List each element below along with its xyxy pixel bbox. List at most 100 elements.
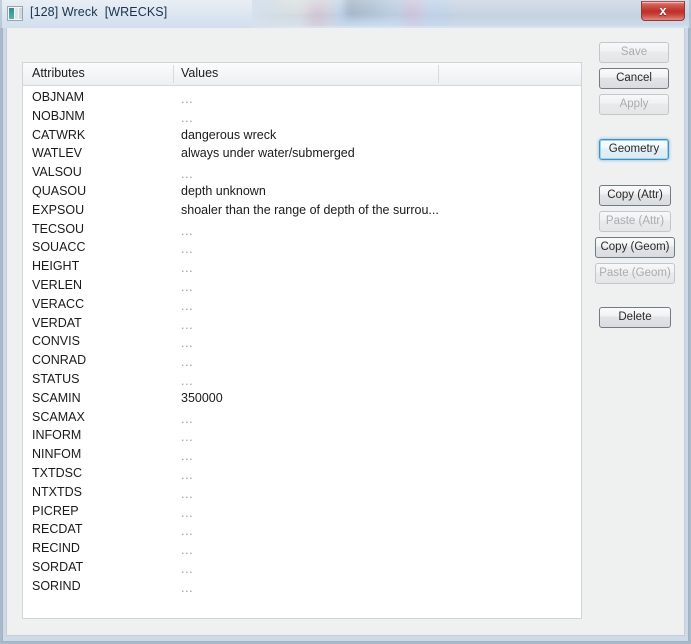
table-row[interactable]: QUASOU depth unknown	[23, 183, 581, 202]
attributes-table[interactable]: Attributes Values OBJNAM... NOBJNM... CATW…	[22, 62, 582, 619]
attribute-name: OBJNAM	[32, 90, 85, 104]
attribute-value[interactable]: ...	[181, 242, 193, 256]
column-divider[interactable]	[173, 65, 174, 83]
attribute-value[interactable]: ...	[181, 449, 193, 463]
table-row[interactable]: VERLEN...	[23, 277, 581, 296]
attribute-name: VALSOU	[32, 165, 82, 180]
attribute-value[interactable]: ...	[181, 412, 193, 426]
app-icon-bar-middle	[15, 8, 18, 19]
table-row[interactable]: TXTDSC...	[23, 465, 581, 484]
column-header-attributes[interactable]: Attributes	[32, 66, 85, 80]
attribute-name: CONVIS	[32, 334, 80, 349]
attribute-name: CONRAD	[32, 353, 87, 368]
attribute-value[interactable]: depth unknown	[181, 184, 266, 198]
app-icon-bar-left	[9, 8, 14, 19]
table-row[interactable]: HEIGHT...	[23, 258, 581, 277]
table-row[interactable]: CATWRK dangerous wreck	[23, 127, 581, 146]
attribute-name: VERDAT	[32, 315, 82, 330]
table-row[interactable]: CONRAD...	[23, 352, 581, 371]
copy-attributes-button[interactable]: Copy (Attr)	[599, 185, 671, 206]
table-row[interactable]: VERDAT...	[23, 315, 581, 334]
attribute-name: NINFOM	[32, 447, 82, 462]
attribute-value[interactable]: ...	[181, 92, 193, 106]
table-row[interactable]: SCAMIN 350000	[23, 390, 581, 409]
table-row[interactable]: NOBJNM...	[23, 108, 581, 127]
attribute-name: SCAMIN	[32, 390, 81, 405]
attribute-value[interactable]: ...	[181, 336, 193, 350]
attribute-name: RECIND	[32, 541, 80, 556]
title-bar[interactable]: [128] Wreck [WRECKS] x	[0, 0, 691, 28]
attribute-value[interactable]: ...	[181, 430, 193, 444]
table-header-row: Attributes Values	[23, 63, 581, 86]
table-row[interactable]: NINFOM...	[23, 446, 581, 465]
attribute-value[interactable]: shoaler than the range of depth of the s…	[181, 203, 439, 217]
table-row[interactable]: WATLEV always under water/submerged	[23, 145, 581, 164]
table-row[interactable]: RECIND...	[23, 540, 581, 559]
table-body: OBJNAM... NOBJNM... CATWRK dangerous wreck W…	[23, 86, 581, 597]
attribute-value[interactable]: dangerous wreck	[181, 128, 276, 142]
table-row[interactable]: VERACC...	[23, 296, 581, 315]
delete-button[interactable]: Delete	[599, 307, 671, 328]
attribute-name: NTXTDS	[32, 484, 82, 499]
paste-geometry-button[interactable]: Paste (Geom)	[595, 263, 675, 284]
attribute-value[interactable]: always under water/submerged	[181, 146, 355, 160]
attribute-value[interactable]: ...	[181, 111, 193, 125]
attribute-name: NOBJNM	[32, 108, 85, 123]
table-row[interactable]: SORIND...	[23, 578, 581, 597]
save-button[interactable]: Save	[599, 42, 669, 63]
column-header-values[interactable]: Values	[181, 66, 218, 80]
cancel-button[interactable]: Cancel	[599, 68, 669, 89]
attribute-value[interactable]: ...	[181, 543, 193, 557]
table-row[interactable]: SOUACC...	[23, 239, 581, 258]
attribute-value[interactable]: ...	[181, 524, 193, 538]
attribute-name: SORDAT	[32, 559, 84, 574]
table-row[interactable]: OBJNAM...	[23, 89, 581, 108]
table-row[interactable]: STATUS...	[23, 371, 581, 390]
table-row[interactable]: VALSOU...	[23, 164, 581, 183]
attribute-value[interactable]: ...	[181, 355, 193, 369]
attribute-name: STATUS	[32, 371, 80, 386]
attribute-value[interactable]: ...	[181, 318, 193, 332]
attribute-name: CATWRK	[32, 127, 86, 142]
attribute-value[interactable]: ...	[181, 224, 193, 238]
attribute-value[interactable]: ...	[181, 562, 193, 576]
attribute-value[interactable]: ...	[181, 487, 193, 501]
attribute-name: SORIND	[32, 578, 81, 593]
apply-button[interactable]: Apply	[599, 94, 669, 115]
paste-attributes-button[interactable]: Paste (Attr)	[599, 211, 671, 232]
attribute-value[interactable]: ...	[181, 468, 193, 482]
attribute-name: VERLEN	[32, 277, 83, 292]
attribute-value[interactable]: ...	[181, 261, 193, 275]
table-row[interactable]: TECSOU...	[23, 221, 581, 240]
table-row[interactable]: RECDAT...	[23, 521, 581, 540]
close-icon: x	[659, 3, 667, 18]
attribute-name: HEIGHT	[32, 259, 80, 274]
table-row[interactable]: SCAMAX...	[23, 409, 581, 428]
attribute-editor-window: [128] Wreck [WRECKS] x Attributes Values…	[0, 0, 691, 644]
attribute-value[interactable]: 350000	[181, 391, 223, 405]
table-row[interactable]: INFORM...	[23, 427, 581, 446]
table-row[interactable]: EXPSOU shoaler than the range of depth of…	[23, 202, 581, 221]
table-row[interactable]: SORDAT...	[23, 559, 581, 578]
geometry-button[interactable]: Geometry	[599, 139, 669, 160]
copy-geometry-button[interactable]: Copy (Geom)	[595, 237, 675, 258]
attribute-name: TECSOU	[32, 221, 85, 236]
attribute-name: WATLEV	[32, 146, 83, 161]
table-row[interactable]: PICREP...	[23, 503, 581, 522]
attribute-name: INFORM	[32, 428, 82, 443]
attribute-value[interactable]: ...	[181, 280, 193, 294]
attribute-value[interactable]: ...	[181, 299, 193, 313]
column-divider[interactable]	[438, 65, 439, 83]
attribute-name: SCAMAX	[32, 409, 85, 424]
attribute-value[interactable]: ...	[181, 167, 193, 181]
attribute-name: EXPSOU	[32, 202, 85, 217]
table-row[interactable]: NTXTDS...	[23, 484, 581, 503]
close-button[interactable]: x	[641, 1, 685, 21]
attribute-value[interactable]: ...	[181, 581, 193, 595]
attribute-value[interactable]: ...	[181, 374, 193, 388]
attribute-name: VERACC	[32, 296, 85, 311]
attribute-name: RECDAT	[32, 522, 83, 537]
table-row[interactable]: CONVIS...	[23, 333, 581, 352]
attribute-value[interactable]: ...	[181, 506, 193, 520]
attribute-name: SOUACC	[32, 240, 86, 255]
